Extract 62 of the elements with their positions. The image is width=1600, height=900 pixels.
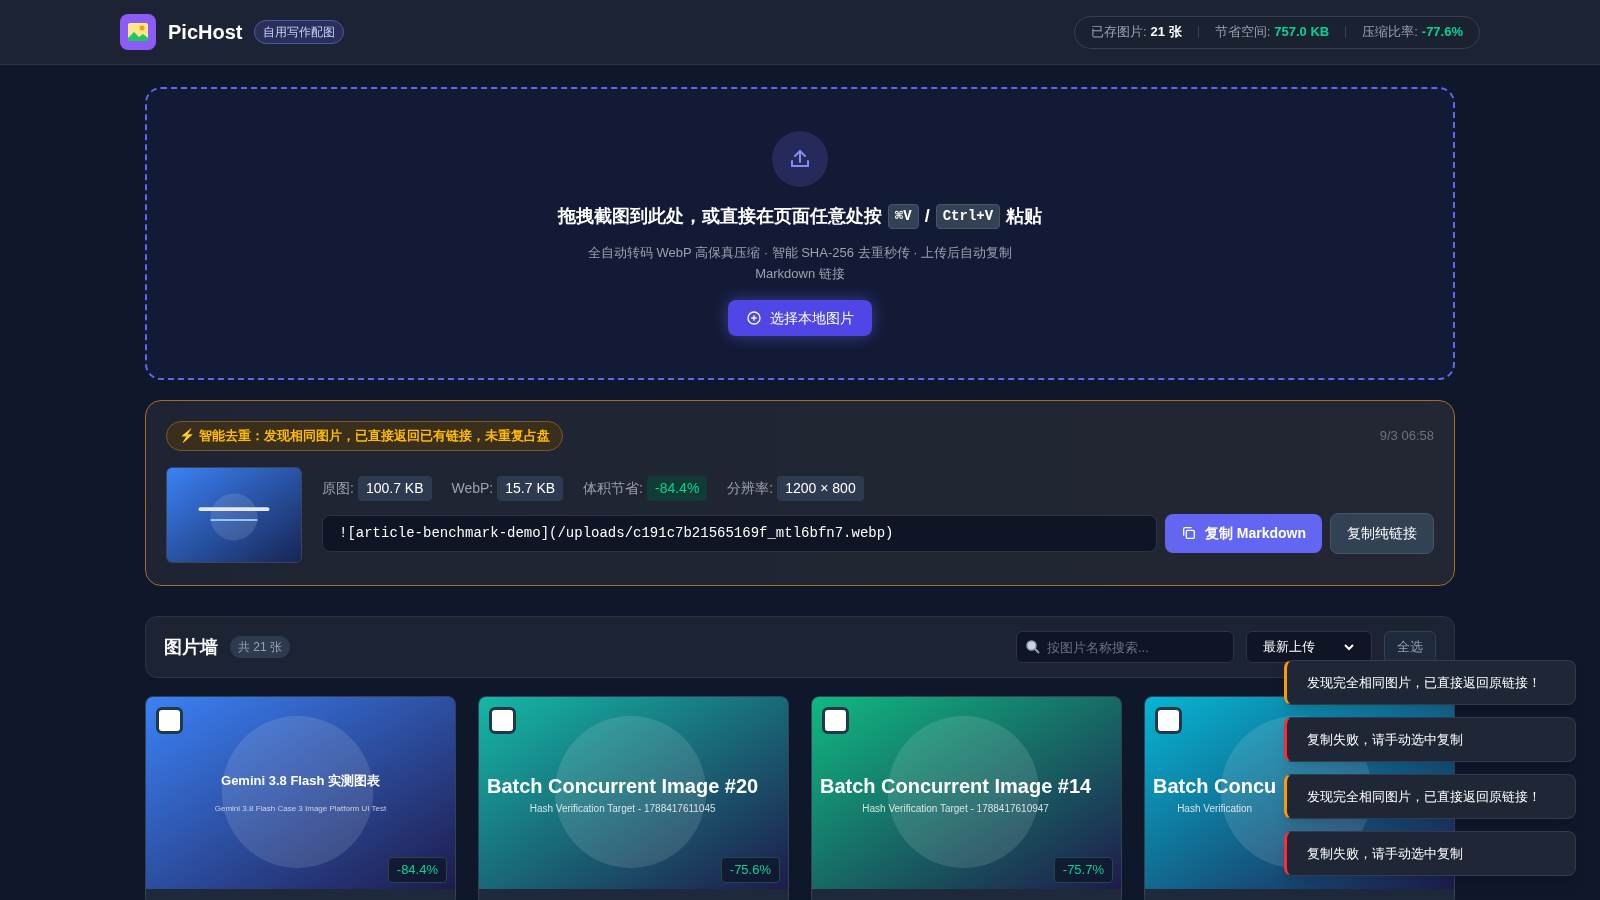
logo-icon xyxy=(120,14,156,50)
stat-value: 21 张 xyxy=(1150,23,1182,42)
gallery-title: 图片墙 xyxy=(164,635,218,659)
stat-chip: 1200 × 800 xyxy=(777,475,864,501)
image-card[interactable]: Batch Concurrent Image #14 Hash Verification Target - 1788417610947 -75.7% xyxy=(811,696,1122,900)
sort-select[interactable]: 最新上传 xyxy=(1246,631,1372,663)
image-subtitle: Hash Verification Target - 1788417610947 xyxy=(862,801,1049,816)
stat-label: 体积节省: xyxy=(583,478,643,498)
drop-zone[interactable]: 拖拽截图到此处，或直接在页面任意处按 ⌘V / Ctrl+V 粘贴 全自动转码 WebP 高保真压缩 · 智能 SHA-256 去重秒传 · 上传后自动复制 Markdown 链接 选择本地图片 xyxy=(145,87,1455,380)
chevron-down-icon xyxy=(1343,641,1355,653)
image-subtitle: Gemini 3.8 Flash Case 3 Image Platform UI Test xyxy=(214,802,387,815)
image-title: Batch Concurrent Image #20 xyxy=(487,773,759,799)
image-title: Gemini 3.8 Flash 实测图表 xyxy=(221,772,380,791)
image-title: Batch Concu xyxy=(1153,773,1277,799)
search-field[interactable]: 按图片名称搜索... xyxy=(1016,631,1234,663)
app-tag: 自用写作配图 xyxy=(254,20,345,44)
shortcut-key: Ctrl+V xyxy=(935,204,1001,229)
stat-label: 节省空间: xyxy=(1214,23,1271,42)
image-subtitle: Hash Verification Target - 1788417611045 xyxy=(529,801,716,816)
image-subtitle: Hash Verification xyxy=(1177,801,1253,816)
drop-title: 粘贴 xyxy=(1006,205,1043,228)
dedupe-notice: ⚡ 智能去重：发现相同图片，已直接返回已有链接，未重复占盘 xyxy=(166,421,563,451)
app-name: PicHost xyxy=(168,20,243,45)
checkbox[interactable] xyxy=(156,707,183,734)
stat-chip: 100.7 KB xyxy=(357,475,432,501)
copy-markdown-button[interactable]: 复制 Markdown xyxy=(1164,513,1322,553)
stat-label: WebP: xyxy=(451,478,494,498)
drop-title: 拖拽截图到此处，或直接在页面任意处按 xyxy=(557,205,882,228)
stat-value: -77.6% xyxy=(1421,23,1463,42)
compression-badge: -75.6% xyxy=(720,857,780,883)
select-all-button[interactable]: 全选 xyxy=(1384,631,1436,663)
copy-icon xyxy=(1180,525,1197,541)
stat-label: 分辨率: xyxy=(727,478,774,498)
search-icon xyxy=(1025,639,1041,655)
plus-circle-icon xyxy=(746,310,762,326)
toast-message: 发现完全相同图片，已直接返回原链接！ xyxy=(1284,774,1576,819)
stat-chip: 15.7 KB xyxy=(497,475,564,501)
checkbox[interactable] xyxy=(1155,707,1182,734)
toast-message: 发现完全相同图片，已直接返回原链接！ xyxy=(1284,660,1576,705)
toast-message: 复制失败，请手动选中复制 xyxy=(1284,831,1576,876)
checkbox[interactable] xyxy=(489,707,516,734)
image-card[interactable]: Gemini 3.8 Flash 实测图表 Gemini 3.8 Flash Case 3 Image Platform UI Test -84.4% xyxy=(145,696,456,900)
separator: / xyxy=(924,205,930,228)
stat-label: 原图: xyxy=(322,478,354,498)
upload-time: 9/3 06:58 xyxy=(1379,427,1434,445)
image-title: Batch Concurrent Image #14 xyxy=(820,773,1092,799)
image-card[interactable]: Batch Concurrent Image #20 Hash Verification Target - 1788417611045 -75.6% xyxy=(478,696,789,900)
drop-subtitle: 全自动转码 WebP 高保真压缩 · 智能 SHA-256 去重秒传 · 上传后自动复制 Markdown 链接 xyxy=(586,244,1014,283)
choose-image-button[interactable]: 选择本地图片 xyxy=(728,300,872,336)
compression-badge: -75.7% xyxy=(1053,857,1113,883)
compression-badge: -84.4% xyxy=(387,857,447,883)
shortcut-key: ⌘V xyxy=(887,204,919,229)
stat-value: 757.0 KB xyxy=(1274,23,1330,42)
checkbox[interactable] xyxy=(822,707,849,734)
stat-label: 压缩比率: xyxy=(1362,23,1418,42)
stat-label: 已存图片: xyxy=(1090,23,1147,42)
toast-message: 复制失败，请手动选中复制 xyxy=(1284,717,1576,762)
count-badge: 共 21 张 xyxy=(230,636,290,658)
stat-chip: -84.4% xyxy=(647,475,708,501)
upload-icon xyxy=(772,131,828,187)
copy-link-button[interactable]: 复制纯链接 xyxy=(1330,512,1434,554)
markdown-field[interactable]: ![article-benchmark-demo](/uploads/c191c7b21565169f_mtl6bfn7.webp) xyxy=(322,514,1157,552)
